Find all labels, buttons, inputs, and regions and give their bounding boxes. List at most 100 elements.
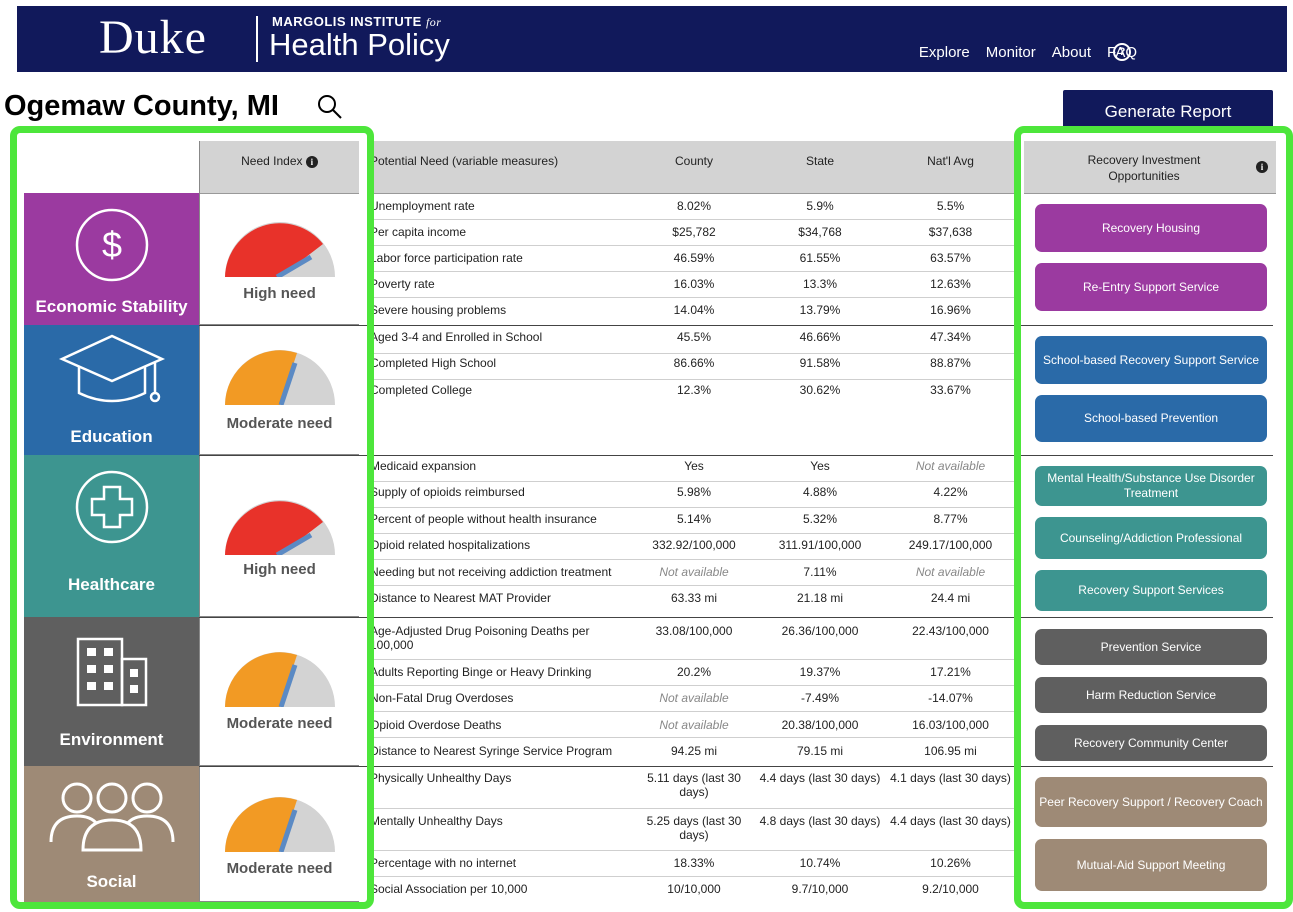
- national-value: 47.34%: [930, 330, 971, 344]
- national-value: 24.4 mi: [930, 591, 971, 605]
- county-value: 12.3%: [676, 383, 712, 397]
- national-value: 5.5%: [936, 199, 965, 213]
- county-value: 332.92/100,000: [652, 538, 736, 552]
- help-icon[interactable]: ?: [1113, 43, 1131, 61]
- highlight-box-right: [1014, 126, 1293, 909]
- measure-name: Adults Reporting Binge or Heavy Drinking: [370, 665, 592, 679]
- measure-name: Age-Adjusted Drug Poisoning Deaths per 1…: [370, 624, 590, 652]
- national-value: 63.57%: [930, 251, 971, 265]
- col-header-national[interactable]: Nat'l Avg: [885, 154, 1016, 168]
- national-value: 12.63%: [930, 277, 971, 291]
- measure-name: Percentage with no internet: [370, 856, 517, 870]
- national-value: 249.17/100,000: [908, 538, 993, 552]
- county-value: 45.5%: [676, 330, 712, 344]
- county-value: 5.98%: [676, 485, 712, 499]
- state-value: Yes: [810, 459, 830, 473]
- county-value: 94.25 mi: [670, 744, 718, 758]
- measure-name: Needing but not receiving addiction trea…: [370, 565, 612, 579]
- national-value: 4.1 days (last 30 days): [890, 771, 1011, 785]
- row-divider: [368, 507, 1016, 508]
- measure-name: Per capita income: [370, 225, 467, 239]
- county-value: 33.08/100,000: [655, 624, 733, 638]
- generate-report-button[interactable]: Generate Report: [1063, 90, 1273, 130]
- row-divider: [368, 850, 1016, 851]
- row-divider: [368, 808, 1016, 809]
- county-value: 46.59%: [673, 251, 715, 265]
- measure-name: Medicaid expansion: [370, 459, 477, 473]
- dashboard-frame: Duke MARGOLIS INSTITUTE for Health Polic…: [0, 0, 1293, 912]
- state-value: 61.55%: [799, 251, 841, 265]
- col-header-measure: Potential Need (variable measures): [370, 154, 559, 168]
- national-value: Not available: [915, 565, 986, 579]
- row-divider: [368, 711, 1016, 712]
- row-divider: [368, 659, 1016, 660]
- measure-name: Physically Unhealthy Days: [370, 771, 512, 785]
- state-value: 20.38/100,000: [781, 718, 859, 732]
- national-value: 33.67%: [930, 383, 971, 397]
- county-value: 5.25 days (last 30 days): [646, 814, 742, 842]
- national-value: 16.03/100,000: [912, 718, 989, 732]
- col-header-state[interactable]: State: [757, 154, 883, 168]
- row-divider: [368, 876, 1016, 877]
- national-value: -14.07%: [928, 691, 973, 705]
- state-value: 21.18 mi: [796, 591, 844, 605]
- nav-monitor[interactable]: Monitor: [986, 44, 1036, 61]
- county-value: 10/10,000: [667, 882, 721, 896]
- page-title: Ogemaw County, MI: [4, 90, 279, 122]
- row-divider: [368, 559, 1016, 560]
- county-value: 18.33%: [673, 856, 715, 870]
- county-value: Yes: [684, 459, 704, 473]
- measure-name: Opioid Overdose Deaths: [370, 718, 502, 732]
- national-value: 4.22%: [933, 485, 968, 499]
- row-divider: [368, 353, 1016, 354]
- row-divider: [368, 219, 1016, 220]
- search-icon[interactable]: [316, 93, 344, 121]
- county-value: 8.02%: [676, 199, 712, 213]
- state-value: 26.36/100,000: [781, 624, 859, 638]
- duke-logo[interactable]: Duke: [99, 10, 207, 66]
- county-value: Not available: [659, 718, 729, 732]
- highlight-box-left: [10, 126, 374, 909]
- row-divider: [368, 685, 1016, 686]
- state-value: 7.11%: [803, 565, 837, 579]
- measure-name: Mentally Unhealthy Days: [370, 814, 503, 828]
- county-value: 16.03%: [673, 277, 715, 291]
- measure-name: Opioid related hospitalizations: [370, 538, 531, 552]
- state-value: 9.7/10,000: [791, 882, 849, 896]
- national-value: 106.95 mi: [924, 744, 977, 758]
- measure-name: Percent of people without health insuran…: [370, 512, 597, 526]
- nav-about[interactable]: About: [1052, 44, 1091, 61]
- state-value: 4.8 days (last 30 days): [759, 814, 881, 828]
- nav-explore[interactable]: Explore: [919, 44, 970, 61]
- state-value: 5.9%: [806, 199, 834, 213]
- county-value: 63.33 mi: [670, 591, 718, 605]
- row-divider: [368, 481, 1016, 482]
- col-header-county[interactable]: County: [634, 154, 754, 168]
- measure-name: Non-Fatal Drug Overdoses: [370, 691, 514, 705]
- row-divider: [368, 297, 1016, 298]
- row-divider: [368, 379, 1016, 380]
- national-value: 9.2/10,000: [922, 882, 979, 896]
- state-value: $34,768: [798, 225, 842, 239]
- national-value: 8.77%: [933, 512, 968, 526]
- row-divider: [368, 737, 1016, 738]
- measure-name: Severe housing problems: [370, 303, 507, 317]
- measure-name: Aged 3-4 and Enrolled in School: [370, 330, 543, 344]
- health-policy-logo[interactable]: Health Policy: [269, 28, 450, 62]
- state-value: 4.88%: [802, 485, 838, 499]
- row-divider: [368, 585, 1016, 586]
- state-value: -7.49%: [800, 691, 840, 705]
- county-value: 5.14%: [676, 512, 712, 526]
- measure-name: Poverty rate: [370, 277, 435, 291]
- state-value: 4.4 days (last 30 days): [759, 771, 881, 785]
- measure-name: Social Association per 10,000: [370, 882, 528, 896]
- county-value: 14.04%: [673, 303, 715, 317]
- national-value: 22.43/100,000: [912, 624, 989, 638]
- measure-name: Labor force participation rate: [370, 251, 523, 265]
- state-value: 10.74%: [799, 856, 841, 870]
- county-value: 86.66%: [673, 356, 715, 370]
- national-value: 4.4 days (last 30 days): [890, 814, 1011, 828]
- site-header: Duke MARGOLIS INSTITUTE for Health Polic…: [17, 6, 1287, 72]
- county-value: Not available: [659, 691, 729, 705]
- measure-name: Unemployment rate: [370, 199, 475, 213]
